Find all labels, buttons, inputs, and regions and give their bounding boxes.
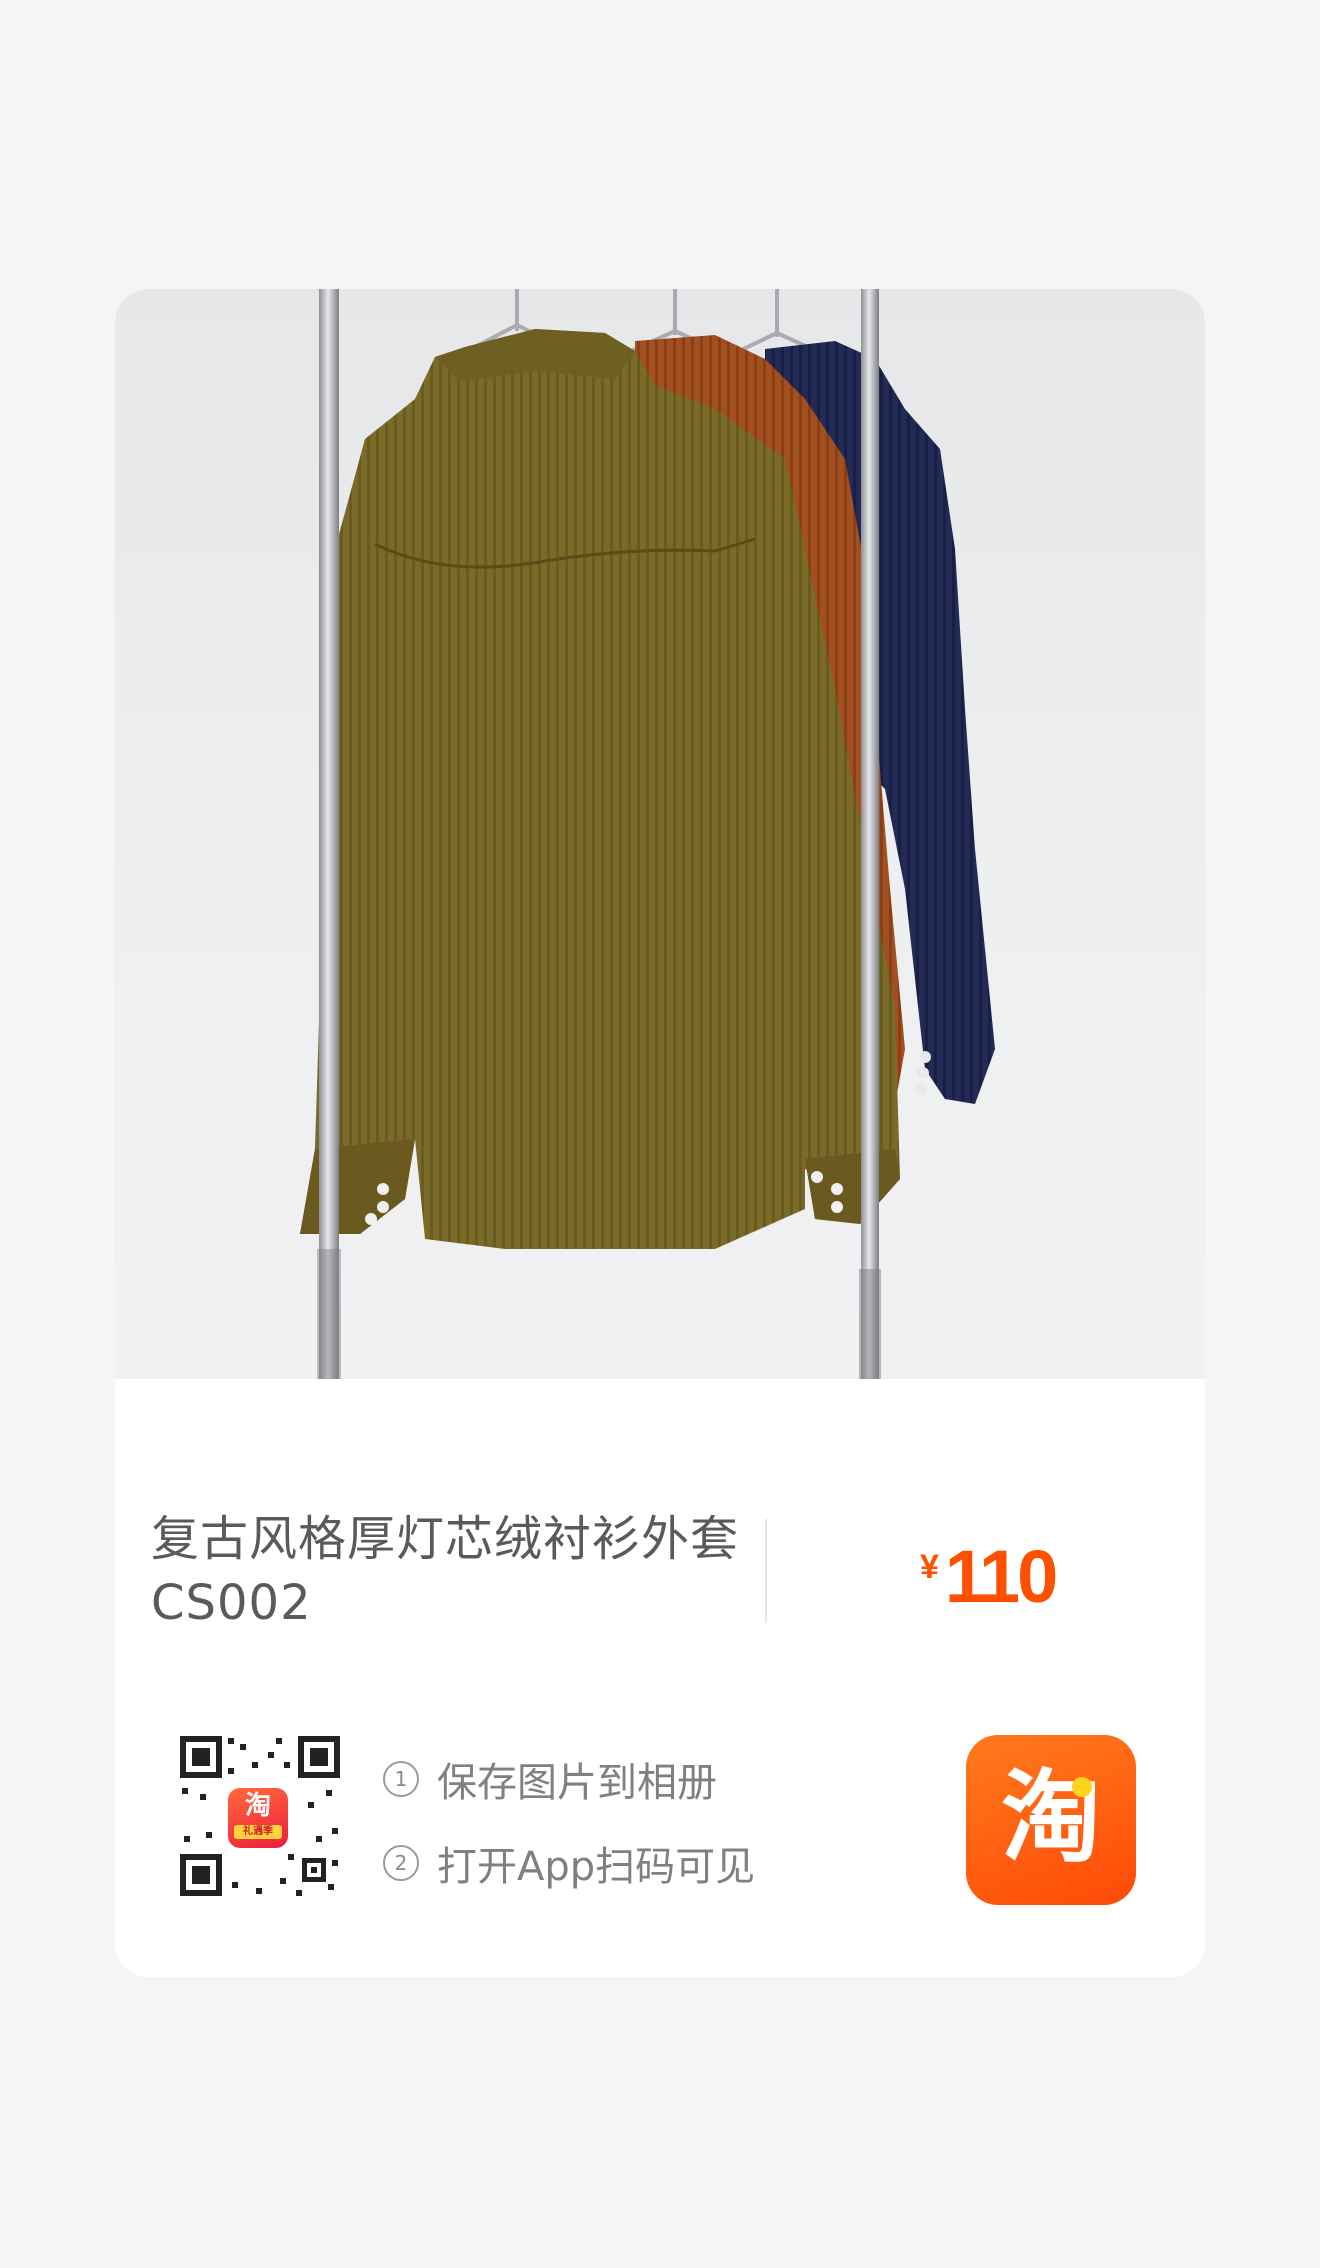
- step-number-2: 2: [383, 1845, 419, 1881]
- currency-symbol: ¥: [920, 1548, 939, 1586]
- qr-center-logo: 淘 礼遇季: [228, 1788, 288, 1848]
- qr-logo-banner: 礼遇季: [234, 1825, 282, 1839]
- share-card: 复古风格厚灯芯绒衬衫外套 CS002 ¥110 淘 礼遇季 1 保存图片到相册 …: [115, 289, 1205, 1977]
- product-title: 复古风格厚灯芯绒衬衫外套 CS002: [151, 1507, 741, 1635]
- product-price: ¥110: [920, 1534, 1058, 1619]
- product-title-line1: 复古风格厚灯芯绒衬衫外套: [151, 1511, 740, 1567]
- rack-pole-right: [861, 289, 879, 1379]
- taobao-icon-dot: [1072, 1777, 1092, 1797]
- product-photo-svg: [300, 289, 995, 1379]
- price-value: 110: [944, 1535, 1058, 1618]
- step-text-1: 保存图片到相册: [437, 1760, 717, 1806]
- qr-logo-glyph: 淘: [244, 1791, 271, 1821]
- instruction-step-2: 2 打开App扫码可见: [383, 1833, 755, 1893]
- divider: [765, 1519, 767, 1623]
- taobao-app-icon[interactable]: 淘: [966, 1735, 1136, 1905]
- step-text-2: 打开App扫码可见: [437, 1844, 756, 1890]
- step-number-1: 1: [383, 1761, 419, 1797]
- share-instructions: 1 保存图片到相册 2 打开App扫码可见: [383, 1749, 755, 1917]
- taobao-glyph: 淘: [1001, 1759, 1101, 1876]
- qr-code[interactable]: 淘 礼遇季: [176, 1732, 344, 1900]
- product-title-line2: CS002: [151, 1575, 312, 1631]
- rack-pole-left: [319, 289, 339, 1379]
- instruction-step-1: 1 保存图片到相册: [383, 1749, 755, 1809]
- product-image[interactable]: [115, 289, 1205, 1379]
